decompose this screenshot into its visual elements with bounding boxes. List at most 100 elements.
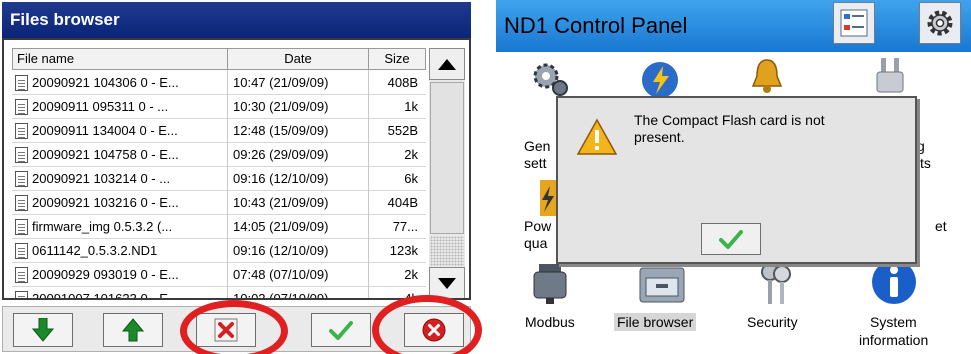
document-icon — [15, 99, 28, 115]
control-panel-title: ND1 Control Panel — [496, 0, 971, 52]
file-date: 10:30 (21/09/09) — [233, 99, 329, 114]
list-view-button[interactable] — [833, 2, 875, 44]
column-divider — [368, 70, 369, 298]
highlight-circle — [372, 295, 482, 354]
file-list: File name Date Size 20090921 104306 0 - … — [2, 38, 471, 300]
system-information-label[interactable]: System — [870, 314, 917, 330]
file-size: 2k — [404, 267, 418, 282]
system-information-label[interactable]: information — [859, 332, 928, 348]
file-name: 20090921 104758 0 - E... — [32, 147, 179, 162]
file-size: 123k — [389, 243, 418, 258]
file-name: 20090911 134004 0 - E... — [32, 123, 178, 138]
info-icon[interactable] — [870, 258, 918, 306]
plug-icon[interactable] — [873, 56, 907, 96]
file-size: 408B — [387, 75, 418, 90]
file-date: 10:02 (07/10/09) — [233, 291, 329, 300]
confirm-button[interactable] — [311, 313, 371, 347]
triangle-up-icon — [438, 58, 456, 70]
power-quality-label-partial: Pow — [524, 218, 552, 234]
general-settings-label-partial: sett — [524, 155, 547, 171]
list-icon — [840, 9, 868, 37]
column-header-date[interactable]: Date — [227, 48, 369, 70]
file-date: 12:48 (15/09/09) — [233, 123, 329, 138]
modbus-icon[interactable] — [531, 262, 569, 306]
file-row[interactable]: 20090911 134004 0 - E... 12:48 (15/09/09… — [12, 120, 426, 143]
bell-icon[interactable] — [747, 56, 787, 96]
file-name: 0611142_0.5.3.2.ND1 — [32, 243, 158, 258]
security-label[interactable]: Security — [747, 314, 798, 330]
control-panel-window: ND1 Control Panel Gen sett g ts Pow qua … — [496, 0, 971, 354]
warning-icon — [576, 118, 618, 155]
file-row[interactable]: 20091007 101623 0 - E... 10:02 (07/10/09… — [12, 288, 426, 300]
file-rows: 20090921 104306 0 - E... 10:47 (21/09/09… — [12, 72, 426, 300]
right-tile-label-partial: et — [935, 218, 947, 234]
file-date: 10:47 (21/09/09) — [233, 75, 329, 90]
file-date: 14:05 (21/09/09) — [233, 219, 329, 234]
dialog-message: The Compact Flash card is not present. — [634, 112, 904, 146]
dialog-ok-button[interactable] — [701, 223, 761, 255]
gears-icon[interactable] — [530, 58, 570, 98]
file-row[interactable]: firmware_img 0.5.3.2 (... 14:05 (21/09/0… — [12, 216, 426, 239]
dialog-message-line: present. — [634, 129, 685, 145]
file-row[interactable]: 20090929 093019 0 - E... 07:48 (07/10/09… — [12, 264, 426, 287]
general-settings-label-partial: Gen — [524, 138, 551, 154]
file-size: 2k — [404, 147, 418, 162]
document-icon — [15, 147, 28, 163]
document-icon — [15, 123, 28, 139]
checkmark-icon — [329, 321, 353, 340]
files-browser-window: Files browser File name Date Size 200909… — [0, 0, 482, 354]
move-down-button[interactable] — [13, 313, 73, 347]
files-browser-title: Files browser — [2, 2, 471, 38]
file-name: 20090921 104306 0 - E... — [32, 75, 179, 90]
file-row[interactable]: 20090921 103216 0 - E... 10:43 (21/09/09… — [12, 192, 426, 215]
file-size: 1k — [404, 99, 418, 114]
scrollbar-track[interactable] — [430, 236, 464, 266]
right-tile-label-partial: ts — [920, 155, 931, 171]
scrollbar-thumb[interactable] — [430, 82, 464, 234]
file-row[interactable]: 20090921 104306 0 - E... 10:47 (21/09/09… — [12, 72, 426, 95]
column-header-size[interactable]: Size — [368, 48, 426, 70]
triangle-down-icon — [438, 277, 456, 289]
settings-button[interactable] — [919, 2, 961, 44]
file-browser-label[interactable]: File browser — [614, 313, 697, 331]
file-size: 552B — [387, 123, 418, 138]
file-date: 09:26 (29/09/09) — [233, 147, 329, 162]
dialog-message-line: The Compact Flash card is not — [634, 112, 825, 128]
file-name: 20091007 101623 0 - E... — [32, 291, 179, 300]
vertical-scrollbar[interactable] — [429, 48, 465, 298]
file-name: 20090921 103216 0 - E... — [32, 195, 179, 210]
document-icon — [15, 195, 28, 211]
file-date: 10:43 (21/09/09) — [233, 195, 329, 210]
power-quality-label-partial: qua — [524, 235, 548, 251]
file-row[interactable]: 20090921 103214 0 - ... 09:16 (12/10/09)… — [12, 168, 426, 191]
power-update-icon[interactable] — [639, 58, 681, 98]
right-tile-label-partial: g — [917, 138, 925, 154]
scroll-up-button[interactable] — [429, 48, 465, 80]
file-name: firmware_img 0.5.3.2 (... — [32, 219, 173, 234]
file-size: 404B — [387, 195, 418, 210]
file-row[interactable]: 20090921 104758 0 - E... 09:26 (29/09/09… — [12, 144, 426, 167]
file-browser-icon[interactable] — [638, 264, 686, 306]
file-name: 20090929 093019 0 - E... — [32, 267, 179, 282]
power-quality-icon[interactable] — [536, 178, 558, 218]
arrow-up-icon — [122, 318, 144, 342]
file-size: 77... — [392, 219, 418, 234]
column-header-file-name[interactable]: File name — [12, 48, 228, 70]
document-icon — [15, 267, 28, 283]
highlight-circle — [180, 300, 288, 354]
move-up-button[interactable] — [103, 313, 163, 347]
file-row[interactable]: 20090911 095311 0 - ... 10:30 (21/09/09)… — [12, 96, 426, 119]
arrow-down-icon — [32, 318, 54, 342]
keys-icon[interactable] — [758, 262, 794, 308]
document-icon — [15, 243, 28, 259]
column-divider — [227, 70, 228, 298]
document-icon — [15, 219, 28, 235]
modbus-label[interactable]: Modbus — [525, 314, 575, 330]
document-icon — [15, 171, 28, 187]
alert-dialog: The Compact Flash card is not present. — [556, 96, 917, 264]
file-date: 09:16 (12/10/09) — [233, 171, 329, 186]
document-icon — [15, 75, 28, 91]
file-row[interactable]: 0611142_0.5.3.2.ND1 09:16 (12/10/09) 123… — [12, 240, 426, 263]
gear-icon — [927, 10, 953, 36]
scroll-down-button[interactable] — [429, 267, 465, 298]
